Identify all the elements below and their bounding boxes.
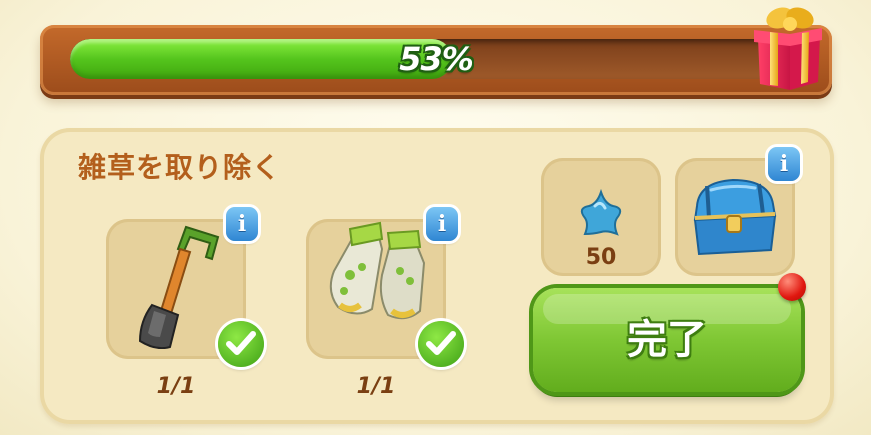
star-icon xyxy=(580,188,622,236)
star-reward-value: 50 xyxy=(585,245,617,270)
task-title: 雑草を取り除く xyxy=(78,151,282,184)
gloves-check-icon xyxy=(418,321,464,367)
treasure-chest-icon xyxy=(693,178,777,256)
chest-info-icon[interactable]: i xyxy=(768,147,800,181)
notification-dot xyxy=(778,273,806,301)
gloves-count-label: 1/1 xyxy=(356,374,396,399)
shovel-icon xyxy=(138,225,220,349)
gift-box-icon[interactable] xyxy=(752,2,824,92)
gloves-info-icon[interactable]: i xyxy=(426,207,458,241)
item-slot-shovel[interactable]: i xyxy=(106,207,264,367)
gloves-icon xyxy=(329,221,426,320)
shovel-info-icon[interactable]: i xyxy=(226,207,258,241)
progress-percent-label: 53% xyxy=(399,40,474,78)
complete-button-label: 完了 xyxy=(627,317,707,363)
shovel-check-icon xyxy=(218,321,264,367)
progress-bar-frame: 53% xyxy=(40,25,832,95)
complete-button[interactable]: 完了 xyxy=(533,288,801,392)
item-slot-gloves[interactable]: i xyxy=(306,207,464,367)
shovel-count-label: 1/1 xyxy=(156,374,196,399)
